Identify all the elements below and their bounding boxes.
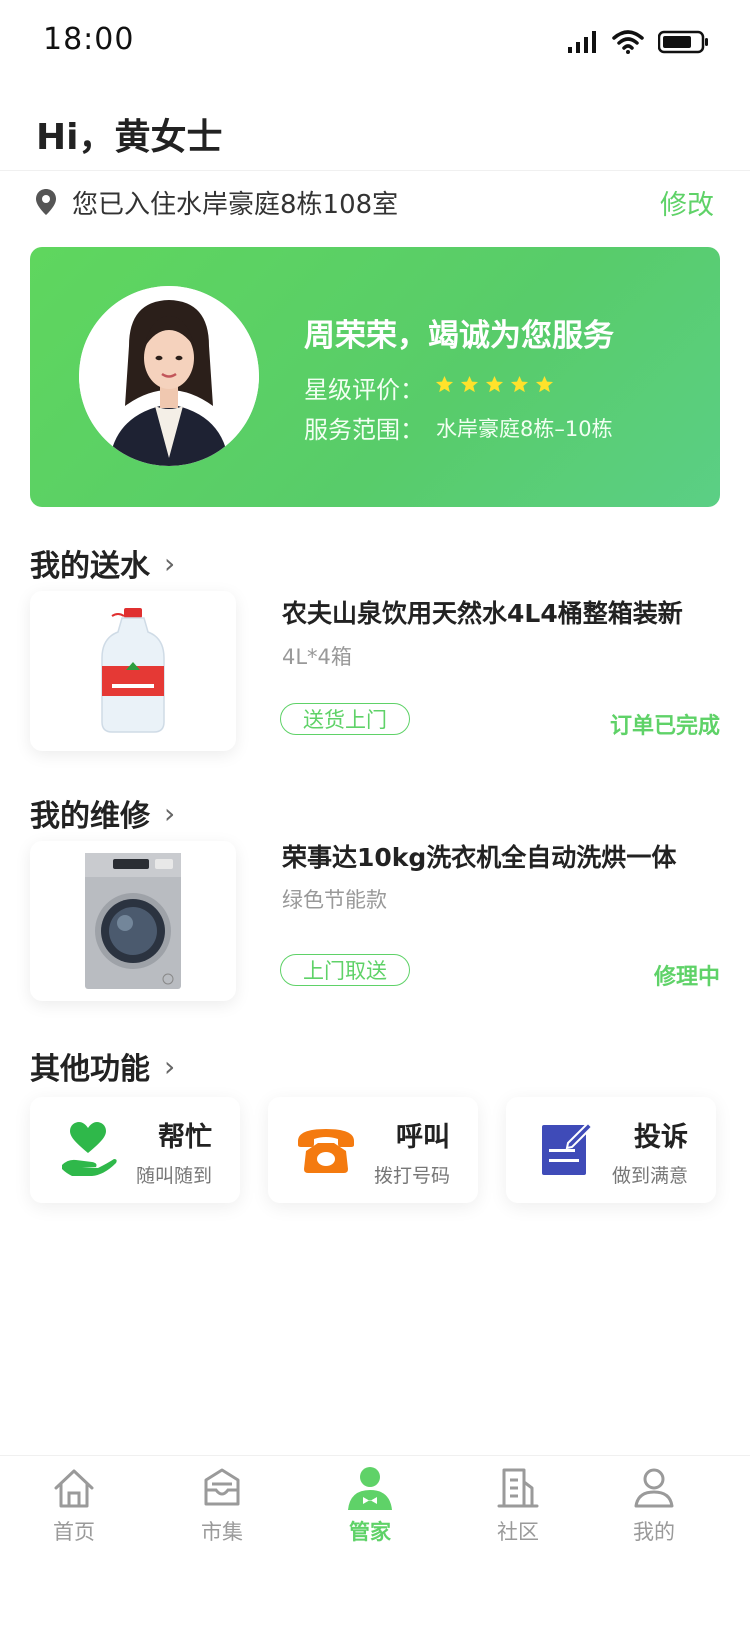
help-function-name: 帮忙 bbox=[158, 1122, 212, 1153]
tab-butler[interactable]: 管家 bbox=[310, 1466, 430, 1546]
repair-product-spec: 绿色节能款 bbox=[282, 888, 387, 912]
rating-label: 星级评价： bbox=[304, 376, 424, 404]
chevron-right-icon: › bbox=[164, 546, 176, 580]
other-section-title[interactable]: 其他功能 › bbox=[30, 1044, 175, 1088]
repair-order-status: 修理中 bbox=[653, 965, 720, 990]
wifi-icon bbox=[612, 30, 644, 54]
star-icon bbox=[510, 375, 529, 393]
address-text: 您已入住水岸豪庭8栋108室 bbox=[72, 189, 399, 220]
service-range-value: 水岸豪庭8栋–10栋 bbox=[436, 417, 613, 441]
tab-home-label: 首页 bbox=[53, 1520, 95, 1544]
tab-community[interactable]: 社区 bbox=[458, 1466, 578, 1546]
notepad-pen-icon bbox=[542, 1121, 594, 1175]
status-icons bbox=[568, 30, 710, 54]
star-icon bbox=[435, 375, 454, 393]
help-function-desc: 随叫随到 bbox=[135, 1165, 212, 1187]
call-function-desc: 拨打号码 bbox=[373, 1165, 450, 1187]
pickup-tag: 上门取送 bbox=[280, 954, 410, 986]
repair-product-thumbnail[interactable] bbox=[30, 841, 236, 1001]
water-product-title[interactable]: 农夫山泉饮用天然水4L4桶整箱装新 bbox=[282, 594, 683, 630]
location-pin-icon bbox=[36, 189, 56, 215]
telephone-icon bbox=[298, 1129, 354, 1173]
service-range-label: 服务范围： bbox=[304, 416, 424, 444]
help-function-card[interactable]: 帮忙 随叫随到 bbox=[30, 1097, 240, 1203]
butler-avatar bbox=[79, 286, 259, 466]
water-product-spec: 4L*4箱 bbox=[282, 645, 352, 669]
repair-product-title[interactable]: 荣事达10kg洗衣机全自动洗烘一体 bbox=[282, 838, 676, 874]
star-icon bbox=[460, 375, 479, 393]
complaint-function-card[interactable]: 投诉 做到满意 bbox=[506, 1097, 716, 1203]
tab-home[interactable]: 首页 bbox=[14, 1466, 134, 1546]
box-icon bbox=[204, 1468, 240, 1506]
butler-title: 周荣荣，竭诚为您服务 bbox=[304, 318, 614, 354]
home-icon bbox=[54, 1469, 94, 1508]
water-bottle-image bbox=[101, 608, 165, 733]
water-section-label: 我的送水 bbox=[30, 549, 150, 584]
status-time: 18:00 bbox=[43, 22, 135, 57]
water-order-status: 订单已完成 bbox=[609, 714, 720, 739]
cellular-signal-icon bbox=[568, 31, 596, 53]
battery-icon bbox=[658, 30, 708, 54]
other-section-label: 其他功能 bbox=[30, 1052, 150, 1087]
edit-address-button[interactable]: 修改 bbox=[660, 183, 714, 222]
address-row: 您已入住水岸豪庭8栋108室 修改 bbox=[34, 180, 714, 224]
complaint-function-name: 投诉 bbox=[634, 1122, 688, 1153]
tab-mine-label: 我的 bbox=[633, 1520, 675, 1544]
chevron-right-icon: › bbox=[164, 1049, 176, 1083]
call-function-card[interactable]: 呼叫 拨打号码 bbox=[268, 1097, 478, 1203]
rating-stars bbox=[435, 375, 554, 394]
greeting-title: Hi，黄女士 bbox=[36, 117, 223, 158]
washing-machine-image bbox=[85, 853, 181, 989]
repair-section-label: 我的维修 bbox=[30, 799, 150, 834]
star-icon bbox=[485, 375, 504, 393]
chevron-right-icon: › bbox=[164, 796, 176, 830]
tab-mine[interactable]: 我的 bbox=[594, 1466, 714, 1546]
delivery-tag: 送货上门 bbox=[280, 703, 410, 735]
tab-butler-label: 管家 bbox=[349, 1520, 391, 1544]
butler-icon bbox=[348, 1467, 392, 1510]
water-section-title[interactable]: 我的送水 › bbox=[30, 541, 175, 585]
helping-hand-heart-icon bbox=[62, 1122, 117, 1176]
water-product-thumbnail[interactable] bbox=[30, 591, 236, 751]
star-icon bbox=[535, 375, 554, 393]
repair-section-title[interactable]: 我的维修 › bbox=[30, 791, 175, 835]
building-icon bbox=[497, 1468, 539, 1508]
divider bbox=[0, 170, 750, 171]
tab-market[interactable]: 市集 bbox=[162, 1466, 282, 1546]
user-icon bbox=[634, 1468, 674, 1508]
tab-community-label: 社区 bbox=[497, 1520, 539, 1544]
call-function-name: 呼叫 bbox=[396, 1122, 450, 1153]
complaint-function-desc: 做到满意 bbox=[611, 1165, 688, 1187]
tab-market-label: 市集 bbox=[201, 1520, 243, 1544]
